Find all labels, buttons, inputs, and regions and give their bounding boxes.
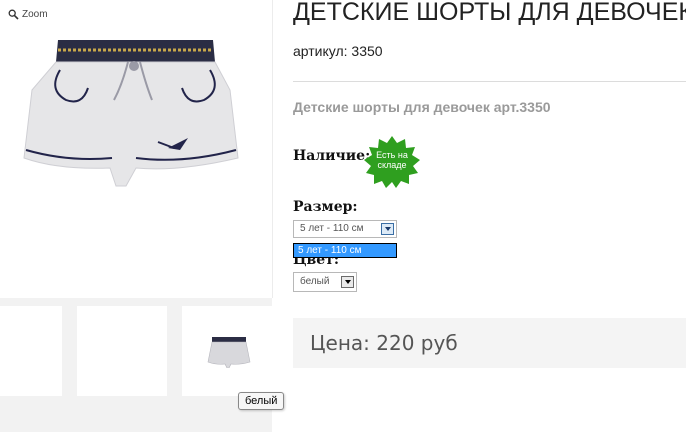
color-tooltip: белый	[238, 392, 285, 410]
color-select-value: белый	[300, 276, 330, 287]
shorts-image	[23, 40, 239, 187]
badge-line-2: складе	[377, 160, 407, 170]
badge-line-1: Есть на	[376, 150, 408, 160]
in-stock-badge-text: Есть на складе	[364, 150, 420, 170]
size-select-value: 5 лет - 110 см	[300, 223, 364, 234]
size-dropdown-list[interactable]: 5 лет - 110 см	[293, 243, 397, 258]
availability-label: Наличие:	[293, 148, 371, 164]
size-option[interactable]: 5 лет - 110 см	[298, 245, 361, 256]
shorts-thumbnail-image	[207, 337, 251, 368]
main-product-image[interactable]: Zoom	[0, 0, 273, 298]
price-text: Цена: 220 руб	[310, 331, 458, 355]
size-label: Размер:	[293, 199, 358, 215]
magnifier-icon	[8, 9, 19, 20]
chevron-down-icon[interactable]	[381, 223, 394, 235]
thumbnail-empty[interactable]	[77, 306, 167, 396]
product-description: Детские шорты для девочек арт.3350	[293, 99, 551, 115]
divider	[293, 81, 686, 82]
thumbnail-shorts[interactable]	[182, 306, 272, 396]
product-article: артикул: 3350	[293, 43, 383, 59]
zoom-label: Zoom	[22, 9, 48, 20]
size-select[interactable]: 5 лет - 110 см	[293, 220, 397, 238]
chevron-down-icon[interactable]	[341, 276, 354, 288]
price-box: Цена: 220 руб	[293, 318, 686, 368]
zoom-link[interactable]: Zoom	[8, 9, 48, 20]
thumbnail-prev[interactable]	[0, 306, 62, 396]
color-select[interactable]: белый	[293, 272, 357, 292]
thumbnail-strip	[0, 298, 272, 432]
product-title: ДЕТСКИЕ ШОРТЫ ДЛЯ ДЕВОЧЕК	[293, 0, 686, 26]
